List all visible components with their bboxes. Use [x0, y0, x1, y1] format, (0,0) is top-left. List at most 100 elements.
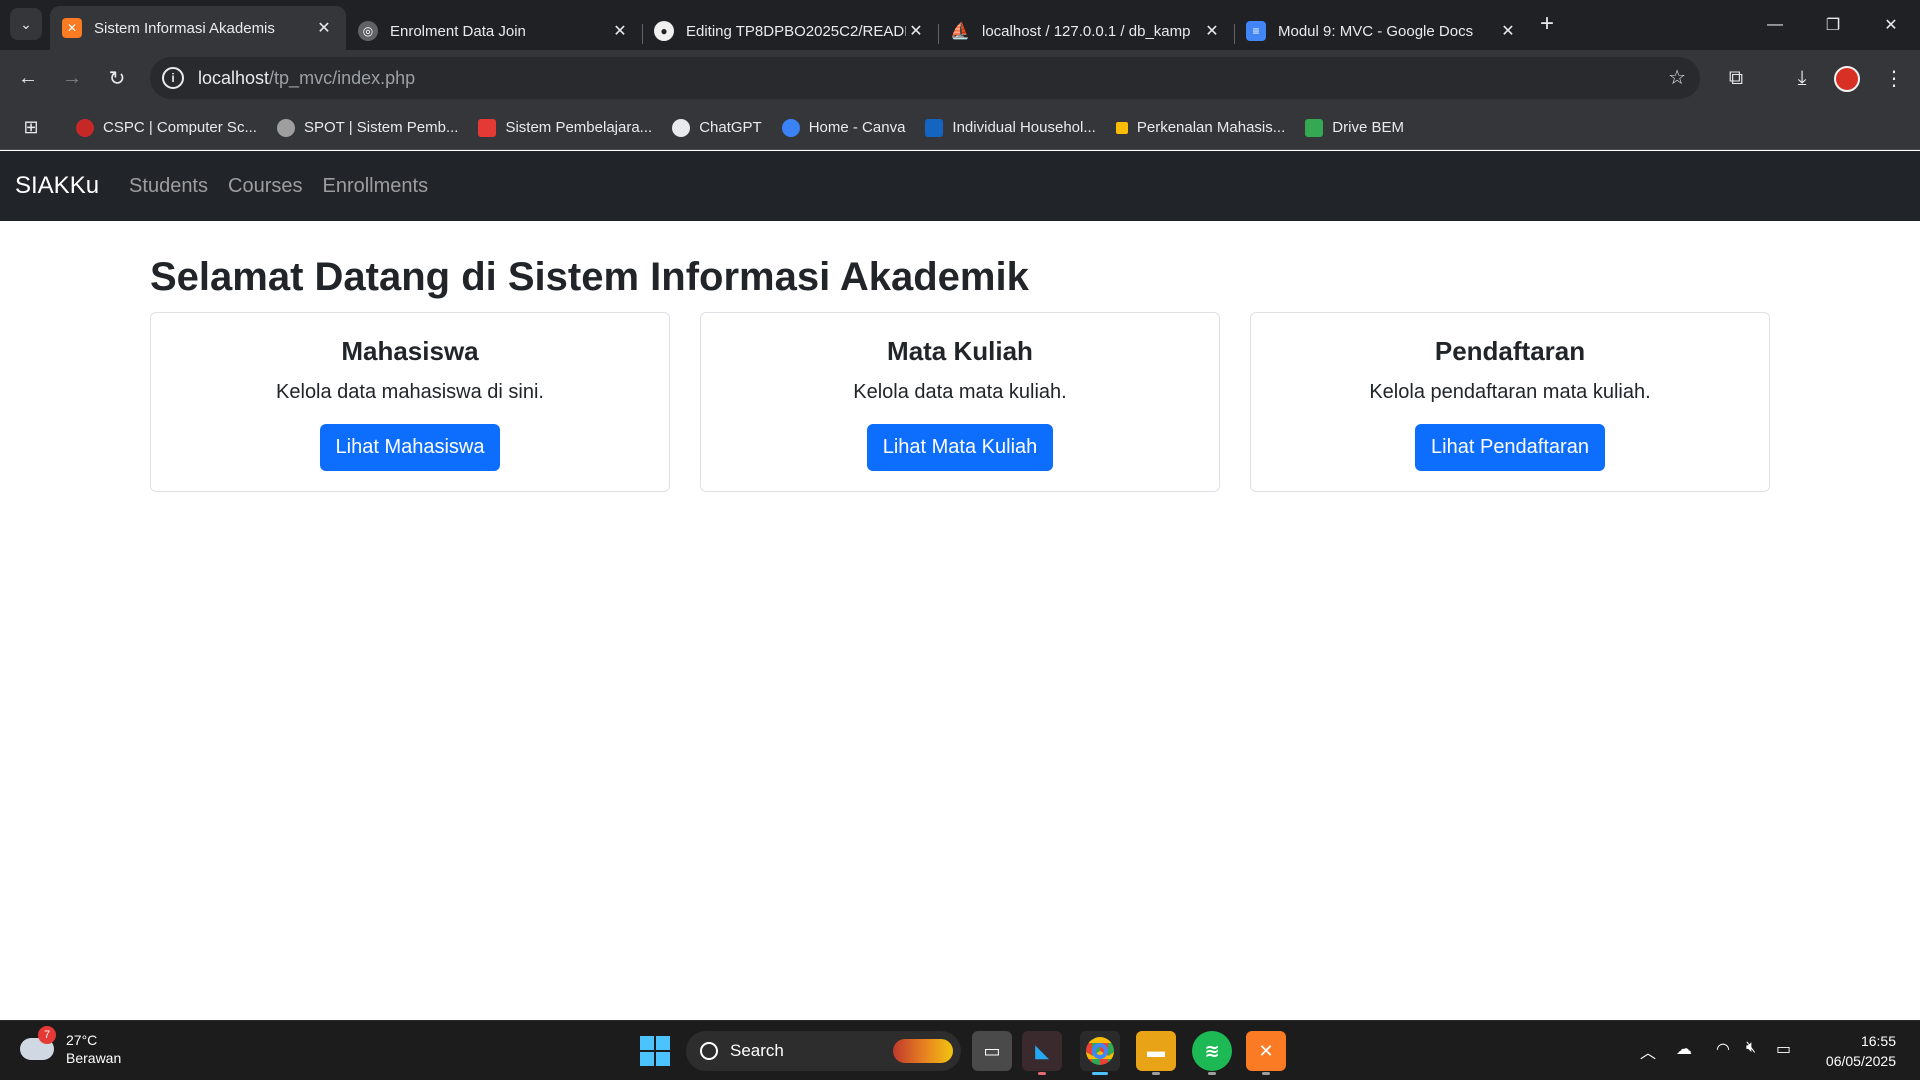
search-label: Search	[730, 1041, 784, 1060]
bookmark-spot[interactable]: SPOT | Sistem Pemb...	[276, 118, 458, 137]
card-text: Kelola pendaftaran mata kuliah.	[1369, 381, 1651, 403]
bookmark-label: Drive BEM	[1332, 119, 1404, 136]
github-icon: ●	[654, 21, 674, 41]
bookmark-favicon-icon	[276, 118, 295, 137]
site-navbar: SIAKKu Students Courses Enrollments	[0, 151, 1920, 221]
card-mata-kuliah: Mata Kuliah Kelola data mata kuliah. Lih…	[700, 312, 1220, 492]
bookmark-individual-household[interactable]: Individual Househol...	[925, 118, 1096, 137]
taskbar-search[interactable]: Search	[686, 1031, 961, 1071]
card-pendaftaran: Pendaftaran Kelola pendaftaran mata kuli…	[1250, 312, 1770, 492]
search-highlight-image	[893, 1039, 953, 1063]
close-icon[interactable]: ✕	[1202, 21, 1222, 41]
bookmark-canva[interactable]: Home - Canva	[781, 118, 906, 137]
reload-icon[interactable]: ↻	[101, 62, 133, 94]
new-tab-button[interactable]: +	[1540, 12, 1554, 36]
url-host: localhost	[198, 67, 270, 88]
bookmark-label: CSPC | Computer Sc...	[103, 119, 257, 136]
chevron-down-icon: ⌄	[20, 15, 32, 32]
lihat-pendaftaran-button[interactable]: Lihat Pendaftaran	[1415, 424, 1605, 471]
restore-icon[interactable]: ❐	[1804, 0, 1862, 50]
forward-arrow-icon[interactable]: →	[56, 62, 88, 94]
bookmark-perkenalan[interactable]: Perkenalan Mahasis...	[1115, 119, 1286, 136]
close-icon[interactable]: ✕	[610, 21, 630, 41]
tab-title: Modul 9: MVC - Google Docs	[1278, 22, 1474, 40]
weather-description: Berawan	[66, 1050, 122, 1066]
bookmark-chatgpt[interactable]: ChatGPT	[672, 118, 762, 137]
bookmark-drive-bem[interactable]: Drive BEM	[1305, 118, 1404, 137]
tab-search-button[interactable]: ⌄	[10, 8, 42, 40]
vscode-icon[interactable]: ◣	[1022, 1031, 1062, 1075]
site-info-icon[interactable]: i	[162, 67, 184, 89]
card-row: Mahasiswa Kelola data mahasiswa di sini.…	[150, 312, 1770, 492]
card-title: Mahasiswa	[341, 336, 479, 366]
xampp-icon[interactable]: ✕	[1246, 1031, 1286, 1075]
tab-google-docs[interactable]: ≡ Modul 9: MVC - Google Docs ✕	[1234, 12, 1530, 50]
chevron-up-icon[interactable]: ︿	[1640, 1039, 1656, 1063]
lihat-mahasiswa-button[interactable]: Lihat Mahasiswa	[319, 424, 501, 471]
window-close-icon[interactable]: ✕	[1862, 0, 1920, 50]
close-icon[interactable]: ✕	[1498, 21, 1518, 41]
navbar-brand[interactable]: SIAKKu	[15, 172, 99, 200]
cloud-icon: 7	[20, 1026, 56, 1060]
page-title: Selamat Datang di Sistem Informasi Akade…	[150, 255, 1029, 299]
clock-date: 06/05/2025	[1825, 1053, 1896, 1069]
tab-github-editing[interactable]: ● Editing TP8DPBO2025C2/READI ✕	[642, 12, 939, 50]
task-view-icon[interactable]: ▭	[972, 1031, 1012, 1071]
bookmark-favicon-icon	[478, 118, 497, 137]
battery-icon[interactable]: ▭	[1776, 1039, 1791, 1059]
file-explorer-icon[interactable]: ▬	[1136, 1031, 1176, 1075]
onedrive-cloud-icon[interactable]: ☁	[1676, 1039, 1692, 1059]
tab-enrolment-data[interactable]: ◎ Enrolment Data Join ✕	[346, 12, 643, 50]
card-text: Kelola data mata kuliah.	[853, 381, 1067, 403]
wifi-icon[interactable]: ◠	[1716, 1039, 1730, 1059]
card-text: Kelola data mahasiswa di sini.	[276, 381, 544, 403]
chatgpt-icon: ◎	[358, 21, 378, 41]
volume-muted-icon[interactable]: 🔇︎	[1746, 1039, 1756, 1057]
back-arrow-icon[interactable]: ←	[12, 62, 44, 94]
bookmark-label: Perkenalan Mahasis...	[1136, 119, 1286, 136]
bookmark-star-icon[interactable]: ☆	[1668, 65, 1686, 90]
nav-link-enrollments[interactable]: Enrollments	[322, 175, 428, 198]
lihat-mata-kuliah-button[interactable]: Lihat Mata Kuliah	[866, 424, 1054, 471]
spotify-icon[interactable]: ≋	[1192, 1031, 1232, 1075]
bookmark-label: Sistem Pembelajara...	[505, 119, 653, 136]
minimize-icon[interactable]: —	[1746, 0, 1804, 50]
tab-title: Editing TP8DPBO2025C2/READI	[686, 22, 906, 40]
bookmark-favicon-icon	[76, 118, 94, 137]
xampp-icon: ✕	[62, 18, 82, 38]
canva-icon	[781, 118, 800, 137]
bookmark-label: Individual Househol...	[952, 119, 1096, 136]
google-drive-icon	[1305, 118, 1324, 137]
nav-link-students[interactable]: Students	[129, 175, 208, 198]
tab-sistem-informasi[interactable]: ✕ Sistem Informasi Akademis ✕	[50, 6, 346, 50]
bookmark-favicon-icon	[925, 118, 944, 137]
system-clock[interactable]: 16:55 06/05/2025	[1826, 1031, 1896, 1071]
bookmark-cspc[interactable]: CSPC | Computer Sc...	[76, 118, 257, 137]
bookmarks-bar: ⊞ CSPC | Computer Sc... SPOT | Sistem Pe…	[0, 106, 1920, 150]
tab-title: localhost / 127.0.0.1 / db_kamp	[982, 22, 1191, 40]
weather-temperature: 27°C	[66, 1032, 98, 1048]
windows-start-icon[interactable]	[640, 1036, 670, 1066]
url-path: /tp_mvc/index.php	[269, 67, 416, 88]
tab-phpmyadmin[interactable]: ⛵ localhost / 127.0.0.1 / db_kamp ✕	[938, 12, 1235, 50]
clock-time: 16:55	[1860, 1033, 1896, 1049]
notification-badge: 7	[38, 1026, 56, 1044]
chrome-icon[interactable]	[1080, 1031, 1120, 1075]
close-icon[interactable]: ✕	[906, 21, 926, 41]
bookmark-label: Home - Canva	[808, 119, 906, 136]
card-title: Mata Kuliah	[887, 336, 1033, 366]
menu-kebab-icon[interactable]: ⋮	[1878, 62, 1910, 94]
main-content: Selamat Datang di Sistem Informasi Akade…	[150, 221, 1770, 492]
apps-grid-icon[interactable]: ⊞	[20, 117, 42, 139]
address-bar[interactable]: i localhost/tp_mvc/index.php ☆	[150, 57, 1700, 99]
bookmark-sistem-pembelajaran[interactable]: Sistem Pembelajara...	[478, 118, 653, 137]
url-text: localhost/tp_mvc/index.php	[198, 68, 415, 89]
tab-strip: ✕ Sistem Informasi Akademis ✕ ◎ Enrolmen…	[50, 6, 1530, 50]
download-icon[interactable]: ⤓	[1786, 62, 1818, 94]
close-icon[interactable]: ✕	[314, 18, 334, 38]
search-icon	[700, 1042, 718, 1060]
nav-link-courses[interactable]: Courses	[228, 175, 302, 198]
weather-widget[interactable]: 7 27°C Berawan	[20, 1026, 122, 1067]
profile-avatar[interactable]	[1834, 66, 1860, 92]
extensions-icon[interactable]: ⧉	[1720, 62, 1752, 94]
